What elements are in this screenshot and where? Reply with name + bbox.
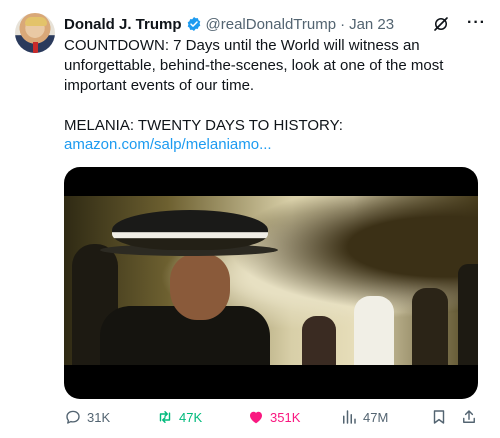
bookmark-button[interactable]	[430, 405, 453, 429]
bookmark-icon	[433, 410, 445, 424]
grok-icon[interactable]	[432, 15, 450, 33]
tweet-video[interactable]	[64, 167, 478, 399]
soldier-face	[170, 254, 230, 320]
background-person	[354, 296, 394, 365]
reply-button[interactable]: 31K	[64, 405, 110, 429]
header-separator: ·	[340, 15, 346, 33]
tweet-header: Donald J. Trump @realDonaldTrump · Jan 2…	[64, 14, 488, 34]
verified-badge-icon	[186, 16, 202, 32]
author-name[interactable]: Donald J. Trump	[64, 16, 182, 33]
repost-icon	[159, 411, 171, 423]
views-icon	[343, 410, 356, 424]
author-handle[interactable]: @realDonaldTrump	[206, 16, 337, 33]
heart-icon	[250, 411, 262, 424]
reply-icon	[66, 410, 80, 424]
view-count: 47M	[363, 409, 389, 425]
tweet-date[interactable]: Jan 23	[349, 16, 394, 33]
like-button[interactable]: 351K	[247, 405, 300, 429]
tweet-link[interactable]: amazon.com/salp/melaniamo...	[64, 136, 272, 153]
like-count: 351K	[270, 409, 301, 425]
share-button[interactable]	[460, 405, 483, 429]
background-person	[302, 316, 336, 365]
avatar-tie	[33, 42, 38, 53]
video-frame	[64, 196, 478, 365]
background-person	[412, 288, 448, 365]
share-icon	[463, 410, 475, 423]
avatar-hair	[25, 17, 47, 26]
repost-count: 47K	[179, 409, 203, 425]
reply-count: 31K	[87, 409, 111, 425]
tweet-actions: 31K 47K 351K 47M	[64, 405, 484, 433]
background-person	[458, 264, 478, 365]
more-options-icon[interactable]: ···	[467, 14, 486, 32]
repost-button[interactable]: 47K	[156, 405, 202, 429]
avatar[interactable]	[15, 13, 55, 53]
views-button[interactable]: 47M	[340, 405, 388, 429]
campaign-hat	[112, 210, 268, 250]
tweet-text: COUNTDOWN: 7 Days until the World will w…	[64, 37, 444, 134]
